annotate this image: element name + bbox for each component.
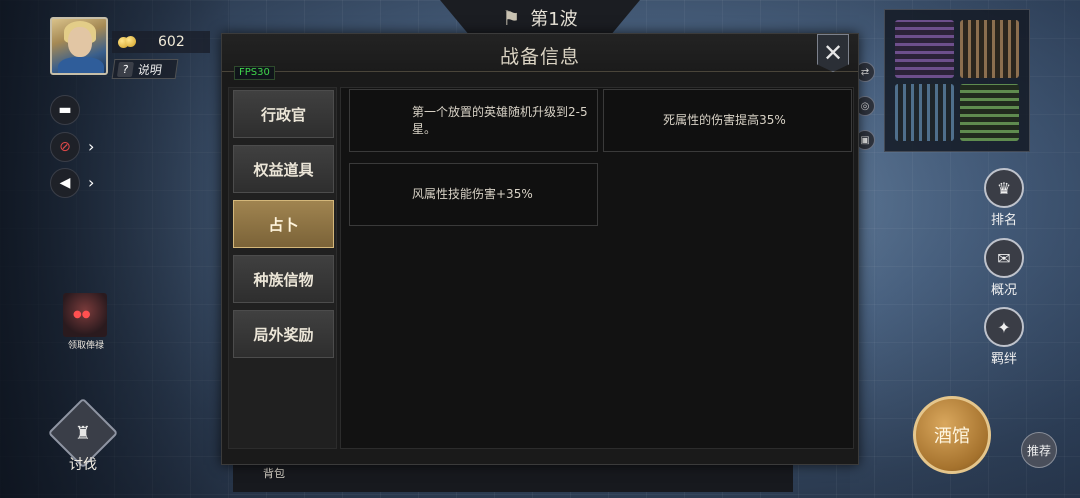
tab-administrator[interactable]: 行政官 xyxy=(233,90,334,138)
effect-card: 风属性技能伤害+35% xyxy=(349,163,598,226)
wave-label: 第1波 xyxy=(530,9,578,30)
recommend-label: 推荐 xyxy=(1026,443,1051,458)
minimap-zone xyxy=(960,20,1019,78)
ranking-label: 排名 xyxy=(990,213,1017,228)
helmet-icon: ♜ xyxy=(74,422,92,444)
bag-label[interactable]: 背包 xyxy=(263,465,285,481)
coin-counter: 602 xyxy=(112,31,210,53)
coin-icon xyxy=(118,36,136,48)
hero-bench-bar: 背包 xyxy=(233,462,793,492)
bond-icon: ✦ xyxy=(997,317,1011,337)
mic-button[interactable]: ⊘ xyxy=(50,132,80,162)
close-button[interactable]: ✕ xyxy=(817,34,849,72)
dialog-header: 战备信息 xyxy=(222,34,858,72)
category-tabs: 行政官 权益道具 占卜 种族信物 局外奖励 xyxy=(228,87,337,449)
player-avatar[interactable] xyxy=(50,17,108,75)
chevron-right-icon[interactable]: › xyxy=(88,173,94,192)
chevron-right-icon[interactable]: › xyxy=(88,137,94,156)
tab-label: 行政官 xyxy=(260,105,306,124)
wave-banner: ⚑ 第1波 xyxy=(440,0,640,36)
ranking-button[interactable]: ♛ 排名 xyxy=(980,168,1028,228)
tab-external-rewards[interactable]: 局外奖励 xyxy=(233,310,334,358)
effect-text: 第一个放置的英雄随机升级到2-5星。 xyxy=(412,104,588,136)
bond-label: 羁绊 xyxy=(990,352,1017,367)
box-icon: ▣ xyxy=(860,134,870,146)
scroll-icon: ✉ xyxy=(997,248,1011,268)
reward-mark-icon: ●● xyxy=(73,309,91,320)
overview-button[interactable]: ✉ 概况 xyxy=(980,238,1028,298)
minimap-zone xyxy=(895,20,954,78)
tab-label: 权益道具 xyxy=(253,160,314,179)
effect-text: 死属性的伤害提高35% xyxy=(663,113,786,127)
target-icon: ◎ xyxy=(860,100,870,112)
effect-text: 风属性技能伤害+35% xyxy=(412,187,533,201)
coin-value: 602 xyxy=(158,34,185,50)
tab-label: 局外奖励 xyxy=(253,325,314,344)
speaker-button[interactable]: ◀ xyxy=(50,168,80,198)
fps-badge: FPS30 xyxy=(234,66,275,80)
tavern-button[interactable]: 酒馆 xyxy=(913,396,991,474)
tab-label: 种族信物 xyxy=(253,270,314,289)
minimap-zone xyxy=(895,83,954,141)
effect-card: 第一个放置的英雄随机升级到2-5星。 xyxy=(349,89,598,152)
crusade-label: 讨伐 xyxy=(69,457,97,473)
recommend-button[interactable]: 推荐 xyxy=(1021,432,1057,468)
minimap[interactable] xyxy=(884,9,1030,152)
tab-race-tokens[interactable]: 种族信物 xyxy=(233,255,334,303)
mic-muted-icon: ⊘ xyxy=(59,139,71,155)
overview-label: 概况 xyxy=(990,283,1017,298)
minimap-zone xyxy=(960,83,1019,141)
tavern-label: 酒馆 xyxy=(934,426,970,447)
dialog-title: 战备信息 xyxy=(499,46,580,68)
reward-thumbnail[interactable]: ●● xyxy=(63,293,107,337)
tab-divination[interactable]: 占卜 xyxy=(233,200,334,248)
chat-button[interactable]: ▬ xyxy=(50,95,80,125)
effect-card: 死属性的伤害提高35% xyxy=(603,89,852,152)
swap-icon: ⇄ xyxy=(860,66,870,78)
help-button[interactable]: ? 说明 xyxy=(111,59,179,79)
chat-icon: ▬ xyxy=(58,102,72,118)
tab-label: 占卜 xyxy=(268,215,299,234)
speaker-icon: ◀ xyxy=(59,175,71,191)
flag-icon: ⚑ xyxy=(502,6,521,30)
bond-button[interactable]: ✦ 羁绊 xyxy=(980,307,1028,367)
tab-benefit-items[interactable]: 权益道具 xyxy=(233,145,334,193)
reward-label: 领取俸禄 xyxy=(67,341,104,351)
divination-effects-panel: 第一个放置的英雄随机升级到2-5星。 死属性的伤害提高35% 风属性技能伤害+3… xyxy=(340,87,854,449)
help-label: 说明 xyxy=(136,62,163,77)
battle-info-dialog: 战备信息 FPS30 ✕ 行政官 权益道具 占卜 种族信物 局外奖励 第一个放置… xyxy=(221,33,859,465)
ranking-icon: ♛ xyxy=(996,178,1012,198)
question-icon: ? xyxy=(116,61,135,77)
close-icon: ✕ xyxy=(822,39,844,67)
